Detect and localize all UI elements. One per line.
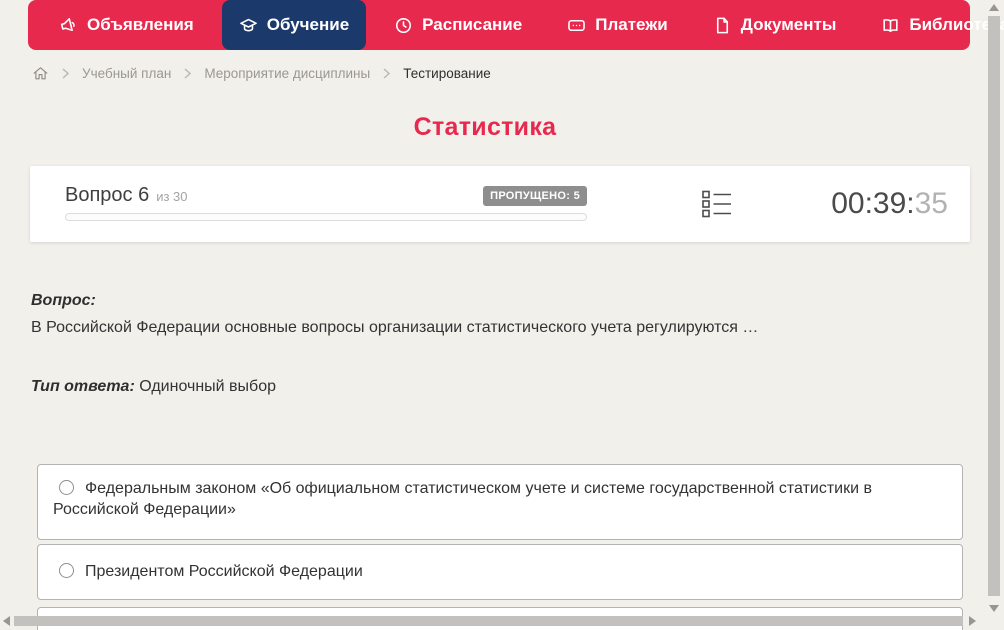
nav-item-documents[interactable]: Документы [696,0,854,50]
breadcrumb: Учебный план Мероприятие дисциплины Тест… [32,63,491,83]
clock-icon [396,17,412,33]
skipped-badge: ПРОПУЩЕНО: 5 [483,186,587,206]
breadcrumb-item-testing: Тестирование [403,65,491,81]
answer-option-text: Федеральным законом «Об официальном стат… [53,480,872,518]
book-icon [883,18,898,32]
radio-button[interactable] [59,480,74,495]
nav-item-schedule[interactable]: Расписание [377,0,539,50]
nav-item-announcements[interactable]: Объявления [42,0,211,50]
question-number: Вопрос 6 [65,184,150,206]
horizontal-scrollbar-thumb[interactable] [14,616,963,626]
scroll-down-arrow[interactable] [989,605,999,612]
nav-item-label: Документы [740,15,837,34]
timer-minutes: 00:39: [831,187,915,220]
breadcrumb-item-discipline-event[interactable]: Мероприятие дисциплины [204,66,370,81]
question-progress-block: Вопрос 6 из 30 ПРОПУЩЕНО: 5 [65,184,587,221]
scroll-right-arrow[interactable] [969,616,976,626]
answer-option-1[interactable]: Федеральным законом «Об официальном стат… [37,464,963,540]
answer-type-label: Тип ответа: [31,378,135,395]
scroll-up-arrow[interactable] [989,4,999,11]
document-icon [716,17,728,33]
wallet-icon [568,19,586,31]
horizontal-scrollbar[interactable] [0,614,986,628]
timer-seconds: 35 [914,187,948,220]
vertical-scrollbar-thumb[interactable] [988,16,1000,596]
page-title: Статистика [413,113,557,141]
nav-item-library[interactable]: Библиотека [864,0,1004,50]
answer-option-2[interactable]: Президентом Российской Федерации [37,544,963,600]
scroll-left-arrow[interactable] [3,616,10,626]
question-list-button[interactable] [690,184,744,224]
top-navbar: Объявления Обучение Расписание Платежи Д… [28,0,1004,50]
question-text: В Российской Федерации основные вопросы … [31,319,759,336]
timer: 00:39:35 [831,187,948,221]
nav-item-label: Платежи [595,15,668,34]
nav-item-label: Обучение [266,15,350,34]
breadcrumb-item-curriculum[interactable]: Учебный план [82,66,171,81]
graduation-cap-icon [239,18,257,31]
answer-type-row: Тип ответа: Одиночный выбор [31,378,276,396]
question-label: Вопрос: [31,292,96,309]
progress-bar [65,213,587,221]
question-list-icon [702,190,731,218]
home-icon[interactable] [32,65,49,82]
megaphone-icon [60,17,75,31]
nav-item-payments[interactable]: Платежи [550,0,685,50]
radio-button[interactable] [59,563,74,578]
question-total: из 30 [156,189,188,204]
question-status-card: Вопрос 6 из 30 ПРОПУЩЕНО: 5 00:39:35 [30,166,970,242]
nav-item-label: Объявления [87,15,194,34]
answer-type-value: Одиночный выбор [139,378,276,395]
nav-item-learning[interactable]: Обучение [221,0,367,50]
breadcrumb-separator-icon [383,67,391,79]
vertical-scrollbar[interactable] [986,0,1002,612]
breadcrumb-separator-icon [184,67,192,79]
answer-option-text: Президентом Российской Федерации [85,563,363,580]
breadcrumb-separator-icon [62,67,69,79]
page: Объявления Обучение Расписание Платежи Д… [0,0,1004,630]
nav-item-label: Расписание [422,15,523,34]
